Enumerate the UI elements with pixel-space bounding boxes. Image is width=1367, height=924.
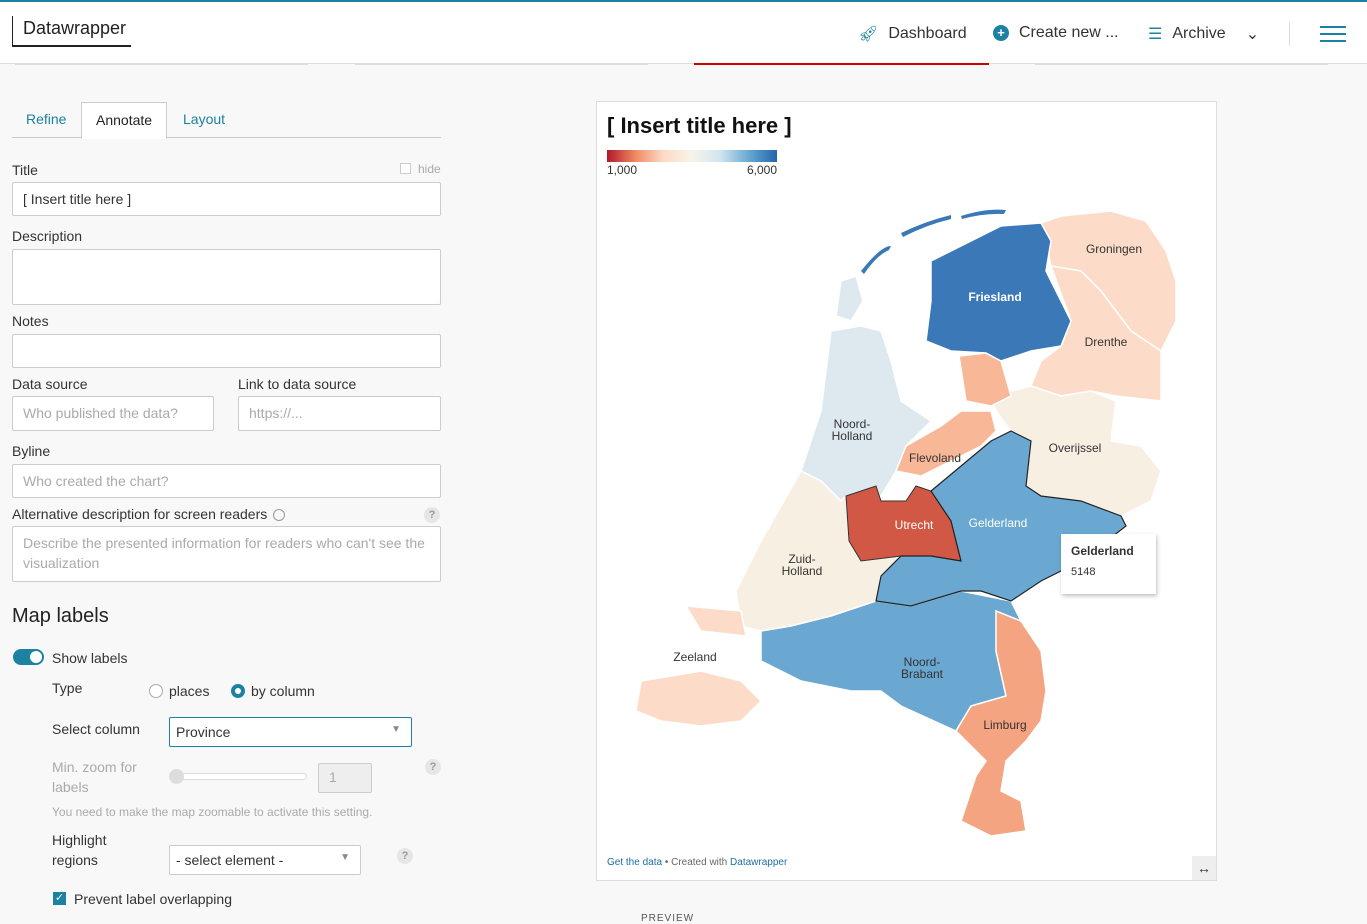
logo[interactable]: Datawrapper (12, 16, 132, 47)
prevent-overlap-label: Prevent label overlapping (74, 891, 232, 907)
tooltip-value: 5148 (1071, 566, 1096, 578)
radio-by-column[interactable] (231, 684, 245, 698)
label-zeeland: Zeeland (673, 650, 716, 664)
nav-dashboard[interactable]: 🚀︎ Dashboard (858, 24, 967, 44)
label-utrecht: Utrecht (895, 518, 934, 532)
step-indicator (355, 63, 648, 65)
label-limburg: Limburg (983, 718, 1026, 732)
select-column-label: Select column (52, 721, 140, 737)
link-label: Link to data source (238, 376, 357, 392)
tab-layout[interactable]: Layout (169, 102, 239, 138)
title-label: Title (12, 162, 38, 178)
label-overijssel: Overijssel (1049, 441, 1102, 455)
nav-create-new[interactable]: + Create new ... (993, 24, 1119, 42)
help-icon[interactable]: ? (397, 848, 413, 864)
data-source-input[interactable]: Who published the data? (12, 396, 214, 431)
tab-annotate[interactable]: Annotate (81, 102, 168, 139)
label-gelderland: Gelderland (969, 516, 1028, 530)
tab-refine[interactable]: Refine (12, 102, 80, 138)
show-labels-toggle[interactable] (13, 649, 44, 665)
province-texel[interactable] (835, 275, 864, 322)
byline-label: Byline (12, 443, 51, 459)
notes-label: Notes (12, 313, 49, 329)
hide-title-checkbox[interactable] (400, 163, 411, 174)
alt-text-label: Alternative description for screen reade… (12, 506, 268, 522)
step-indicator (15, 63, 308, 65)
dropdown-arrow-icon: ▼ (340, 852, 350, 863)
notes-input[interactable] (12, 334, 441, 368)
province-zeeland-north[interactable] (684, 605, 747, 637)
highlight-label: Highlight regions (52, 832, 107, 868)
select-column-value: Province (176, 724, 231, 740)
highlight-value: - select element - (176, 852, 284, 868)
tooltip: Gelderland 5148 (1061, 534, 1156, 594)
plus-circle-icon: + (993, 25, 1009, 41)
type-label: Type (52, 680, 83, 696)
map-labels-heading: Map labels (12, 605, 109, 627)
radio-by-column-label: by column (251, 683, 315, 699)
byline-input[interactable]: Who created the chart? (12, 464, 441, 498)
min-zoom-slider[interactable] (169, 769, 307, 784)
footer-separator: • Created with (662, 857, 731, 868)
label-drenthe: Drenthe (1085, 335, 1128, 349)
title-input[interactable]: [ Insert title here ] (12, 182, 441, 216)
tooltip-title: Gelderland (1071, 544, 1134, 558)
label-zuid-holland-2: Holland (782, 564, 823, 578)
highlight-dropdown[interactable]: - select element - ▼ (169, 845, 361, 875)
prevent-overlap-checkbox[interactable]: ✓ (53, 892, 66, 905)
province-zeeland[interactable] (635, 670, 763, 727)
dropdown-arrow-icon: ▼ (391, 724, 401, 735)
divider (1289, 22, 1290, 46)
help-icon[interactable]: ? (424, 507, 440, 523)
top-bar: Datawrapper 🚀︎ Dashboard + Create new ... … (0, 0, 1367, 64)
sidebar-tabs: Refine Annotate Layout (12, 102, 441, 139)
alt-text-textarea[interactable]: Describe the presented information for r… (12, 526, 441, 582)
get-data-link[interactable]: Get the data (607, 857, 662, 868)
netherlands-map: Groningen Friesland Drenthe Noord- Holla… (635, 209, 1177, 837)
nav-archive-label: Archive (1172, 25, 1226, 42)
step-indicator-active (694, 63, 989, 65)
label-noord-brabant-2: Brabant (901, 667, 944, 681)
datawrapper-link[interactable]: Datawrapper (730, 857, 787, 868)
data-source-label: Data source (12, 376, 88, 392)
link-input[interactable]: https://... (238, 396, 441, 431)
accessibility-icon (273, 509, 285, 521)
radio-places[interactable] (149, 684, 163, 698)
select-column-dropdown[interactable]: Province ▼ (169, 717, 412, 747)
chevron-down-icon: ⌄ (1245, 26, 1260, 43)
show-labels-label: Show labels (52, 650, 128, 666)
chart-preview: [ Insert title here ] 1,000 6,000 Gronin… (596, 101, 1217, 881)
hamburger-menu-icon[interactable] (1320, 26, 1346, 42)
nav-create-new-label: Create new ... (1019, 24, 1119, 41)
step-indicator (1035, 63, 1328, 65)
label-groningen: Groningen (1086, 242, 1142, 256)
preview-label: PREVIEW (641, 913, 695, 924)
description-textarea[interactable] (12, 249, 441, 305)
archive-icon: ☰ (1148, 26, 1163, 43)
label-flevoland: Flevoland (909, 451, 961, 465)
min-zoom-label: Min. zoom for labels (52, 759, 137, 795)
radio-places-label: places (169, 683, 210, 699)
min-zoom-input[interactable]: 1 (318, 763, 372, 793)
label-noord-holland-2: Holland (832, 429, 873, 443)
label-friesland: Friesland (968, 290, 1021, 304)
nav-archive[interactable]: ☰ Archive ⌄ (1148, 24, 1259, 44)
help-icon[interactable]: ? (425, 759, 441, 775)
nav-dashboard-label: Dashboard (888, 25, 967, 42)
zoom-note: You need to make the map zoomable to act… (52, 805, 373, 819)
hide-label: hide (418, 162, 441, 176)
resize-handle-icon[interactable]: ↔ (1192, 856, 1216, 880)
description-label: Description (12, 228, 83, 244)
chart-footer: Get the data • Created with Datawrapper (607, 857, 787, 868)
rocket-icon: 🚀︎ (858, 26, 879, 43)
